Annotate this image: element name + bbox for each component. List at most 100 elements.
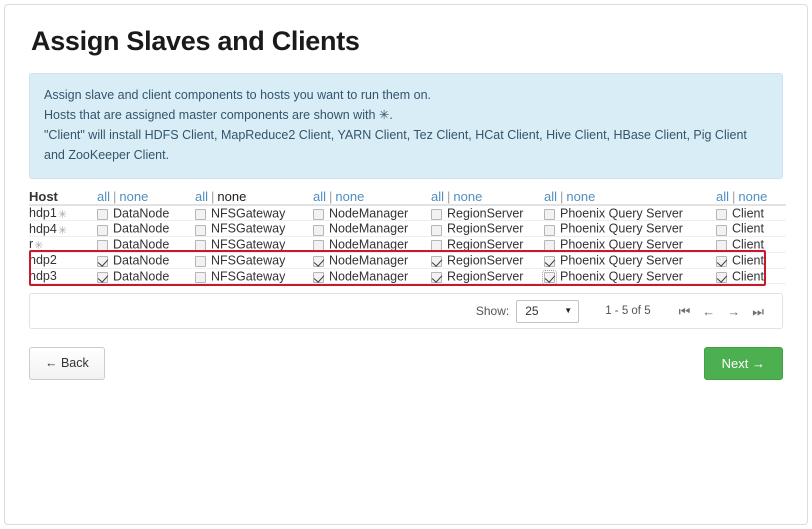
master-component-icon: ✳: [57, 209, 68, 222]
checkbox-phoenix-query-server[interactable]: [544, 256, 555, 267]
component-cell-nodemanager: NodeManager: [313, 204, 431, 222]
component-label: DataNode: [113, 269, 170, 284]
select-none-link-2[interactable]: none: [335, 189, 364, 204]
select-none-link-4[interactable]: none: [566, 189, 595, 204]
component-cell-datanode: DataNode: [97, 220, 195, 238]
page-card: Assign Slaves and Clients Assign slave a…: [4, 4, 808, 525]
select-none-link-5[interactable]: none: [738, 189, 767, 204]
next-button[interactable]: Next →: [703, 347, 783, 381]
checkbox-client[interactable]: [716, 256, 727, 267]
checkbox-regionserver[interactable]: [431, 256, 442, 267]
column-header-datanode: all | none: [97, 188, 195, 206]
select-all-link-1[interactable]: all: [195, 189, 208, 204]
component-cell-datanode: DataNode: [97, 252, 195, 269]
host-name: hdp4: [29, 221, 57, 236]
checkbox-nfsgateway[interactable]: [195, 208, 206, 220]
component-label: NFSGateway: [211, 253, 286, 268]
component-cell-nodemanager: NodeManager: [313, 236, 431, 253]
component-label: NodeManager: [329, 206, 409, 221]
header-separator: |: [560, 188, 564, 204]
host-name: hdp3: [29, 268, 57, 283]
component-cell-datanode: DataNode: [97, 268, 195, 285]
checkbox-datanode[interactable]: [97, 256, 108, 267]
select-none-link-3[interactable]: none: [453, 189, 482, 204]
component-cell-nfsgateway: NFSGateway: [195, 236, 313, 253]
component-cell-regionserver: RegionServer: [431, 236, 544, 253]
component-label: Phoenix Query Server: [560, 269, 683, 284]
component-label: DataNode: [113, 206, 170, 221]
checkbox-phoenix-query-server[interactable]: [544, 224, 555, 236]
column-header-client: all | none: [716, 188, 786, 206]
checkbox-datanode[interactable]: [97, 224, 108, 236]
select-none-link-0[interactable]: none: [119, 189, 148, 204]
component-cell-client: Client: [716, 204, 786, 222]
component-cell-nfsgateway: NFSGateway: [195, 252, 313, 269]
component-cell-client: Client: [716, 220, 786, 238]
checkbox-regionserver[interactable]: [431, 208, 442, 220]
checkbox-datanode[interactable]: [97, 271, 108, 283]
column-header-nfsgateway: all | none: [195, 188, 313, 206]
page-size-select[interactable]: 102550100: [516, 299, 580, 323]
checkbox-regionserver[interactable]: [431, 240, 442, 252]
component-cell-regionserver: RegionServer: [431, 252, 544, 269]
master-component-icon: ✳: [34, 240, 44, 253]
component-label: NodeManager: [329, 222, 409, 237]
checkbox-phoenix-query-server[interactable]: [544, 240, 555, 252]
select-all-link-5[interactable]: all: [716, 189, 729, 204]
checkbox-client[interactable]: [716, 271, 727, 283]
pagination-range: 1 - 5 of 5: [605, 305, 651, 318]
component-cell-phoenix-query-server: Phoenix Query Server: [544, 252, 716, 269]
select-all-link-3[interactable]: all: [431, 189, 444, 204]
table-header-row: Host all | none all | none all | none all | none all…: [29, 188, 786, 206]
table-row: r✳ DataNode NFSGateway NodeManager RegionSer…: [29, 236, 786, 253]
component-label: DataNode: [113, 237, 170, 252]
checkbox-nfsgateway[interactable]: [195, 224, 206, 236]
checkbox-datanode[interactable]: [97, 208, 108, 220]
checkbox-nodemanager[interactable]: [313, 208, 324, 220]
component-cell-phoenix-query-server: Phoenix Query Server: [544, 204, 716, 222]
page-title: Assign Slaves and Clients: [31, 26, 360, 56]
checkbox-client[interactable]: [716, 240, 727, 252]
component-label: RegionServer: [447, 206, 524, 221]
checkbox-nodemanager[interactable]: [313, 224, 324, 236]
table-body: hdp1✳ DataNode NFSGateway NodeManager Region…: [29, 204, 786, 285]
checkbox-client[interactable]: [716, 224, 727, 236]
component-label: Client: [732, 253, 764, 268]
select-all-link-0[interactable]: all: [97, 189, 110, 204]
checkbox-nodemanager[interactable]: [313, 256, 324, 267]
checkbox-nfsgateway[interactable]: [195, 256, 206, 267]
checkbox-nfsgateway[interactable]: [195, 240, 206, 252]
last-page-icon[interactable]: ⏭: [746, 305, 770, 318]
checkbox-phoenix-query-server[interactable]: [542, 269, 557, 285]
master-component-icon: ✳: [57, 224, 68, 237]
select-all-link-4[interactable]: all: [544, 189, 557, 204]
select-all-link-2[interactable]: all: [313, 189, 326, 204]
component-cell-regionserver: RegionServer: [431, 268, 544, 285]
column-header-phoenix-query-server: all | none: [544, 188, 716, 206]
component-cell-client: Client: [716, 252, 786, 269]
component-cell-nfsgateway: NFSGateway: [195, 268, 313, 285]
table-head: Host all | none all | none all | none all | none all…: [29, 188, 786, 206]
component-label: Phoenix Query Server: [560, 206, 683, 221]
checkbox-nodemanager[interactable]: [313, 240, 324, 252]
info-line-1: Assign slave and client components to ho…: [44, 87, 432, 102]
checkbox-regionserver[interactable]: [431, 224, 442, 236]
checkbox-datanode[interactable]: [97, 240, 108, 252]
column-header-nodemanager: all | none: [313, 188, 431, 206]
component-label: Phoenix Query Server: [560, 222, 683, 237]
prev-page-icon[interactable]: ←: [696, 305, 721, 318]
info-line-3: "Client" will install HDFS Client, MapRe…: [44, 128, 747, 163]
checkbox-client[interactable]: [716, 208, 727, 220]
component-label: DataNode: [113, 222, 170, 237]
component-cell-nodemanager: NodeManager: [313, 268, 431, 285]
first-page-icon[interactable]: ⏮: [673, 305, 697, 318]
checkbox-phoenix-query-server[interactable]: [544, 208, 555, 220]
checkbox-nfsgateway[interactable]: [195, 271, 206, 283]
component-label: RegionServer: [447, 222, 524, 237]
back-button[interactable]: ← Back: [29, 347, 105, 380]
next-page-icon[interactable]: →: [721, 305, 746, 318]
host-cell: r✳: [29, 236, 97, 253]
checkbox-nodemanager[interactable]: [313, 271, 324, 283]
checkbox-regionserver[interactable]: [431, 271, 442, 283]
table-row: hdp1✳ DataNode NFSGateway NodeManager Region…: [29, 204, 786, 222]
